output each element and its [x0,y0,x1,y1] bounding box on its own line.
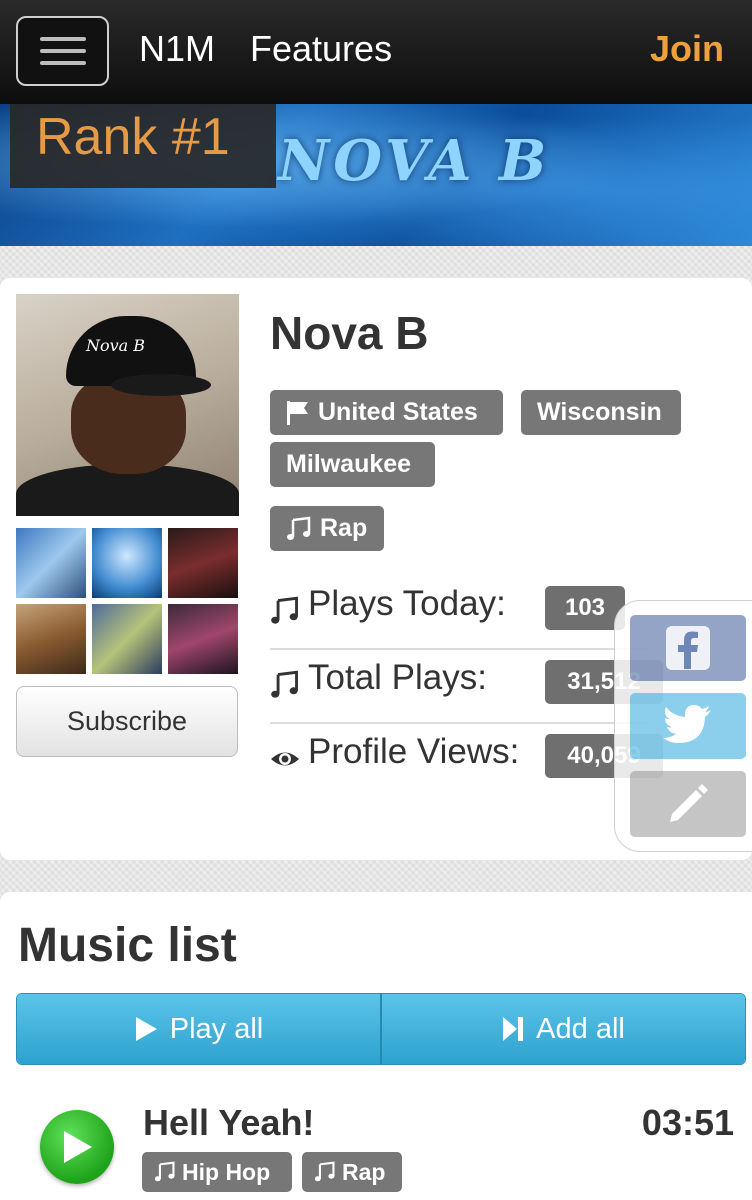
music-actions: Play all Add all [16,993,746,1065]
flag-icon [287,400,308,425]
top-navbar: N1M Features Join [0,0,752,104]
music-note-icon [314,1161,335,1182]
subscribe-button[interactable]: Subscribe [16,686,238,757]
stat-plays-today: Plays Today: 103 [270,576,650,650]
artist-photo[interactable]: Nova B [16,294,239,516]
tag-city-label: Milwaukee [286,450,412,478]
tag-country-label: United States [318,398,478,426]
stat-value: 103 [545,586,625,630]
tag-state-label: Wisconsin [537,398,662,426]
tag-country[interactable]: United States [270,390,503,435]
eye-icon [271,752,299,766]
tag-city[interactable]: Milwaukee [270,442,435,487]
music-note-icon [271,670,298,698]
play-icon [64,1131,92,1163]
step-forward-icon [503,1017,524,1041]
menu-icon [39,61,86,65]
tag-genre-label: Rap [320,514,368,542]
stat-profile-views: Profile Views: 40,059 [270,724,663,798]
cap-logo-text: Nova B [86,336,146,355]
banner-title: NOVA B [278,128,551,194]
track-genre-label: Hip Hop [182,1158,271,1185]
album-thumbnail[interactable] [168,604,238,674]
play-icon [135,1017,157,1041]
stat-total-plays: Total Plays: 31,512 [270,650,663,724]
features-link[interactable]: Features [250,28,392,70]
music-note-icon [271,596,298,624]
pencil-icon [670,784,708,822]
album-thumbnail[interactable] [16,528,86,598]
track-title[interactable]: Hell Yeah! [143,1102,314,1144]
music-note-icon [287,516,311,540]
twitter-share-button[interactable] [630,693,746,759]
track-row[interactable]: Hell Yeah! 03:51 Hip Hop Rap [0,1092,752,1200]
menu-icon [39,49,86,53]
track-genre-label: Rap [342,1158,386,1185]
track-genre-tag[interactable]: Rap [302,1152,402,1192]
tag-state[interactable]: Wisconsin [521,390,681,435]
stat-label: Total Plays: [308,658,487,697]
play-all-button[interactable]: Play all [17,994,380,1064]
music-list-title: Music list [18,919,237,972]
join-link[interactable]: Join [650,28,724,70]
edit-button[interactable] [630,771,746,837]
facebook-share-button[interactable] [630,615,746,681]
brand-link[interactable]: N1M [139,28,215,70]
add-all-label: Add all [536,1012,625,1045]
facebook-icon [666,626,710,670]
add-all-button[interactable]: Add all [380,994,745,1064]
track-play-button[interactable] [40,1110,114,1184]
stat-label: Plays Today: [308,584,506,623]
tag-genre[interactable]: Rap [270,506,384,551]
artist-name: Nova B [270,307,429,359]
music-list-card: Music list Play all Add all Hell Yeah! 0… [0,892,752,1200]
album-thumbnail[interactable] [168,528,238,598]
album-thumbnail[interactable] [92,604,162,674]
track-genre-tag[interactable]: Hip Hop [142,1152,292,1192]
menu-icon [39,37,86,41]
album-thumbnails [16,528,239,674]
stat-label: Profile Views: [308,732,520,771]
rank-badge: Rank #1 [10,104,276,188]
hamburger-menu-button[interactable] [16,16,109,86]
track-duration: 03:51 [641,1102,734,1143]
play-all-label: Play all [169,1012,264,1045]
music-note-icon [154,1161,175,1182]
album-thumbnail[interactable] [16,604,86,674]
twitter-icon [663,705,711,743]
album-thumbnail[interactable] [92,528,162,598]
